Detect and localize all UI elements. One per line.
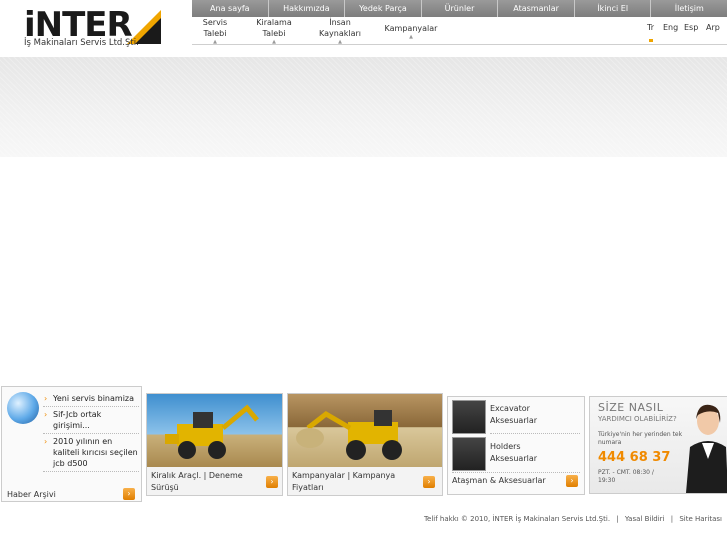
divider	[452, 472, 580, 473]
campaign-go-button[interactable]: ›	[423, 476, 435, 488]
rental-image	[147, 394, 282, 467]
help-text: Türkiye'nin her yerinden tek numara	[598, 431, 683, 446]
sub-navigation: Servis Talebi ▲ Kiralama Talebi ▲ İnsan …	[192, 17, 727, 45]
chevron-down-icon: ▲	[409, 34, 413, 40]
subnav-servis-talebi[interactable]: Servis Talebi ▲	[198, 17, 232, 45]
campaign-image	[288, 394, 442, 467]
divider	[490, 433, 580, 434]
globe-icon	[7, 392, 39, 424]
rental-card[interactable]: Kiralık Araçl. | Deneme Sürüşü ›	[146, 393, 283, 496]
arrow-right-icon: ›	[44, 410, 48, 419]
rental-caption: Kiralık Araçl. | Deneme Sürüşü	[151, 471, 243, 492]
news-item[interactable]: › Sif-Jcb ortak girişimi...	[43, 407, 139, 434]
support-agent-image	[686, 404, 727, 493]
excavator-thumbnail	[452, 400, 486, 434]
active-language-indicator	[649, 39, 653, 42]
news-box: › Yeni servis binamiza › Sif-Jcb ortak g…	[1, 386, 142, 502]
attachments-link[interactable]: Ataşman & Aksesuarlar	[452, 475, 546, 487]
nav-ikinci-el[interactable]: İkinci El	[573, 0, 651, 17]
help-subtitle: YARDIMCI OLABİLİRİZ?	[598, 415, 677, 423]
footer: Telif hakkı © 2010, İNTER İş Makinaları …	[420, 515, 722, 523]
arrow-right-icon: ›	[44, 437, 48, 446]
rental-go-button[interactable]: ›	[266, 476, 278, 488]
nav-urunler[interactable]: Ürünler	[420, 0, 498, 17]
help-hours: PZT. - CMT. 08:30 / 19:30	[598, 469, 654, 484]
sitemap-link[interactable]: Site Haritası	[679, 515, 722, 523]
news-item[interactable]: › 2010 yılının en kaliteli kırıcısı seçi…	[43, 434, 139, 472]
backhoe-image	[165, 404, 259, 459]
help-box[interactable]: SİZE NASIL YARDIMCI OLABİLİRİZ? Türkiye'…	[589, 396, 727, 494]
subnav-kiralama-talebi[interactable]: Kiralama Talebi ▲	[252, 17, 296, 45]
chevron-down-icon: ▲	[213, 39, 217, 45]
nav-yedek-parca[interactable]: Yedek Parça	[344, 0, 421, 17]
holders-accessories-link[interactable]: Holders Aksesuarlar	[490, 441, 550, 465]
separator: |	[616, 515, 619, 523]
lang-arp[interactable]: Arp	[706, 23, 720, 32]
subnav-label: Servis Talebi	[202, 18, 228, 38]
nav-ana-sayfa[interactable]: Ana sayfa	[192, 0, 268, 17]
subnav-label: Kampanyalar	[384, 24, 438, 33]
lang-tr[interactable]: Tr	[647, 23, 654, 32]
nav-atasmanlar[interactable]: Atasmanlar	[497, 0, 574, 17]
lang-eng[interactable]: Eng	[663, 23, 678, 32]
telehandler-image	[296, 410, 402, 460]
news-item[interactable]: › Yeni servis binamiza	[43, 391, 139, 407]
hero-banner	[0, 57, 727, 157]
chevron-down-icon: ▲	[338, 39, 342, 45]
holders-thumbnail	[452, 437, 486, 471]
subnav-kampanyalar[interactable]: Kampanyalar ▲	[382, 23, 440, 40]
news-list: › Yeni servis binamiza › Sif-Jcb ortak g…	[43, 391, 139, 472]
chevron-down-icon: ▲	[272, 39, 276, 45]
subnav-label: Kiralama Talebi	[256, 18, 292, 38]
company-name: İş Makinaları Servis Ltd.Şti.	[24, 38, 139, 48]
legal-link[interactable]: Yasal Bildiri	[625, 515, 665, 523]
campaign-caption: Kampanyalar | Kampanya Fiyatları	[292, 471, 396, 492]
nav-iletisim[interactable]: İletişim	[650, 0, 727, 17]
news-archive-button[interactable]: ›	[123, 488, 135, 500]
copyright: Telif hakkı © 2010, İNTER İş Makinaları …	[423, 515, 611, 523]
separator: |	[670, 515, 674, 523]
accessories-box: Excavator Aksesuarlar Holders Aksesuarla…	[447, 396, 585, 495]
attachments-go-button[interactable]: ›	[566, 475, 578, 487]
help-title: SİZE NASIL	[598, 401, 664, 414]
nav-hakkimizda[interactable]: Hakkımızda	[267, 0, 345, 17]
subnav-label: İnsan Kaynakları	[319, 18, 361, 38]
excavator-accessories-link[interactable]: Excavator Aksesuarlar	[490, 403, 550, 427]
news-archive-link[interactable]: Haber Arşivi	[7, 490, 56, 499]
main-navigation: Ana sayfa Hakkımızda Yedek Parça Ürünler…	[192, 0, 727, 17]
subnav-insan-kaynaklari[interactable]: İnsan Kaynakları ▲	[316, 17, 364, 45]
lang-esp[interactable]: Esp	[684, 23, 698, 32]
campaign-card[interactable]: Kampanyalar | Kampanya Fiyatları ›	[287, 393, 443, 496]
help-phone: 444 68 37	[598, 450, 671, 465]
arrow-right-icon: ›	[44, 394, 48, 403]
